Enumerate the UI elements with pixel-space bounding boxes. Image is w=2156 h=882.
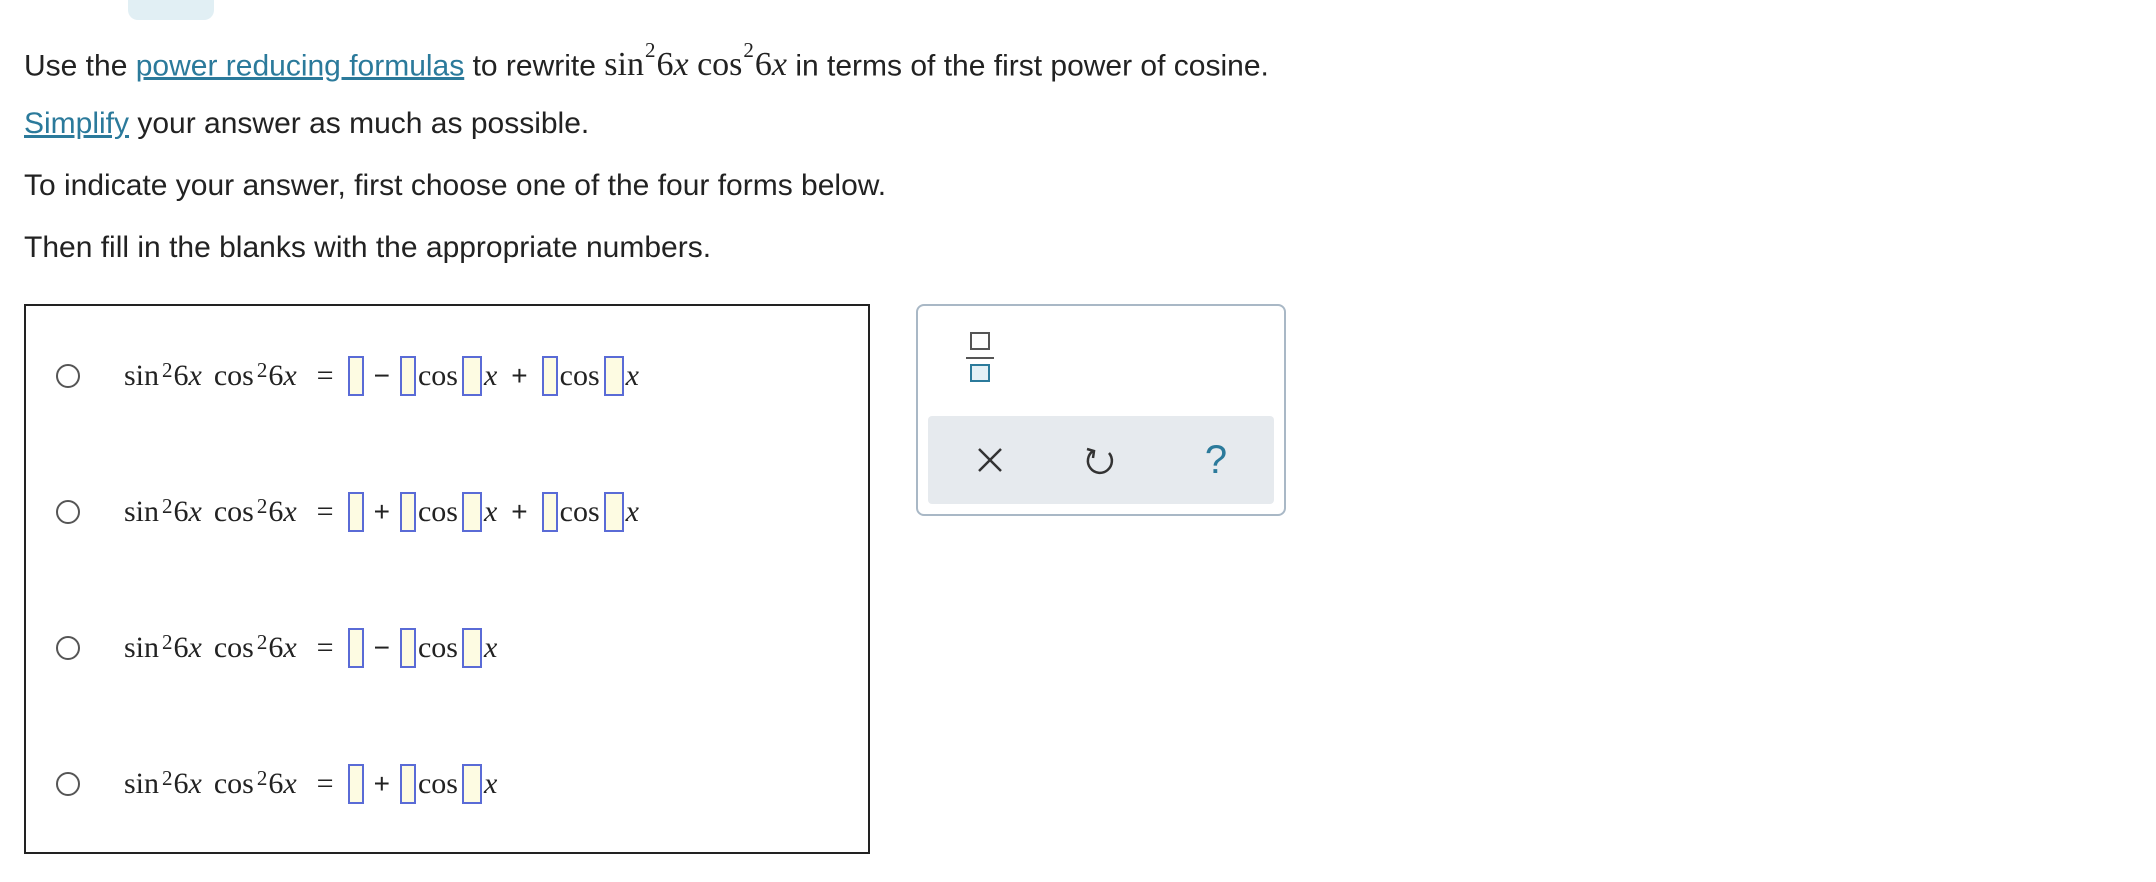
answer-form-1[interactable]: sin 2 6 x cos 2 6 x = − cos x + cos x (26, 336, 868, 416)
prompt-text: Use the (24, 49, 136, 83)
target-expression: sin26x cos26x (604, 38, 787, 84)
blank-input[interactable] (461, 356, 482, 396)
prompt-text: your answer as much as possible. (129, 107, 590, 140)
collapse-tab[interactable] (128, 0, 214, 20)
prompt-line-3: To indicate your answer, first choose on… (24, 169, 887, 202)
formula: sin 2 6 x cos 2 6 x = + cos x (124, 764, 497, 804)
undo-icon (1086, 447, 1114, 474)
prompt-text: to rewrite (464, 49, 605, 83)
formula: sin 2 6 x cos 2 6 x = + cos x + cos x (124, 492, 639, 532)
help-button[interactable]: ? (1192, 436, 1240, 484)
blank-input[interactable] (347, 764, 364, 804)
action-bar: ? (928, 416, 1274, 504)
prompt-line-1: Use the power reducing formulas to rewri… (24, 36, 1269, 86)
answer-form-3[interactable]: sin 2 6 x cos 2 6 x = − cos x (26, 608, 868, 688)
blank-input[interactable] (347, 492, 364, 532)
x-icon (978, 448, 1002, 472)
answer-form-4[interactable]: sin 2 6 x cos 2 6 x = + cos x (26, 744, 868, 824)
prompt-text: in terms of the first power of cosine. (786, 49, 1269, 83)
blank-input[interactable] (603, 492, 624, 532)
radio-button[interactable] (56, 772, 80, 796)
radio-button[interactable] (56, 636, 80, 660)
blank-input[interactable] (347, 356, 364, 396)
math-toolbar: ? (916, 304, 1286, 516)
blank-input[interactable] (461, 492, 482, 532)
radio-button[interactable] (56, 500, 80, 524)
formula: sin 2 6 x cos 2 6 x = − cos x (124, 628, 497, 668)
simplify-link[interactable]: Simplify (24, 107, 129, 140)
undo-button[interactable] (1076, 436, 1124, 484)
blank-input[interactable] (461, 628, 482, 668)
blank-input[interactable] (541, 492, 558, 532)
blank-input[interactable] (461, 764, 482, 804)
blank-input[interactable] (541, 356, 558, 396)
formula: sin 2 6 x cos 2 6 x = − cos x + cos x (124, 356, 639, 396)
blank-input[interactable] (603, 356, 624, 396)
clear-button[interactable] (966, 436, 1014, 484)
power-reducing-formulas-link[interactable]: power reducing formulas (136, 49, 465, 82)
radio-button[interactable] (56, 364, 80, 388)
blank-input[interactable] (347, 628, 364, 668)
answer-form-2[interactable]: sin 2 6 x cos 2 6 x = + cos x + cos x (26, 472, 868, 552)
blank-input[interactable] (399, 356, 416, 396)
prompt-line-4: Then fill in the blanks with the appropr… (24, 231, 712, 264)
blank-input[interactable] (399, 764, 416, 804)
answer-forms-box: sin 2 6 x cos 2 6 x = − cos x + cos x sin 2 6 x c… (24, 304, 870, 854)
blank-input[interactable] (399, 628, 416, 668)
fraction-icon[interactable] (966, 330, 996, 386)
blank-input[interactable] (399, 492, 416, 532)
prompt-line-2: Simplify your answer as much as possible… (24, 104, 589, 144)
